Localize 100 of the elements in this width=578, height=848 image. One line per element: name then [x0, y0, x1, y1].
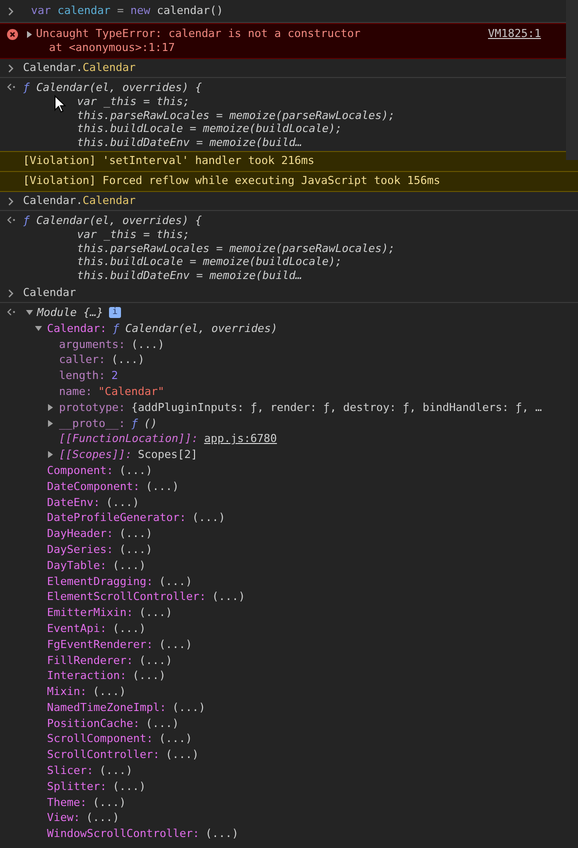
- property-key: arguments:: [59, 336, 126, 352]
- property-key: DateProfileGenerator:: [47, 510, 186, 526]
- property-value: (...): [166, 747, 199, 764]
- code-line: this.buildDateEnv = memoize(build…: [77, 269, 302, 283]
- property-value: (...): [86, 810, 120, 826]
- property-value: Calendar(el, overrides): [125, 320, 278, 337]
- property-key: Calendar:: [47, 320, 107, 337]
- info-badge[interactable]: i: [109, 307, 121, 318]
- property-value: (...): [99, 763, 132, 779]
- property-key: FgEventRenderer:: [47, 636, 153, 652]
- property-key: [[FunctionLocation]]:: [59, 431, 198, 448]
- property-key: EventApi:: [47, 620, 107, 637]
- property-value: (...): [131, 336, 164, 352]
- property-key: DayHeader:: [47, 526, 114, 542]
- property-key: NamedTimeZoneImpl:: [47, 700, 166, 716]
- mouse-pointer-icon: [54, 95, 66, 113]
- expand-triangle-icon[interactable]: [47, 404, 54, 411]
- property-key: length:: [59, 368, 106, 384]
- source-link[interactable]: VM1825:1: [488, 27, 541, 41]
- property-value: (...): [192, 510, 226, 526]
- property-value: (...): [158, 574, 192, 590]
- property-value: (...): [205, 826, 238, 842]
- code-line: this.buildLocale = memoize(buildLocale);: [77, 122, 342, 136]
- function-signature: Calendar(el, overrides) {: [36, 214, 202, 227]
- warning-message: [Violation] 'setInterval' handler took 216ms: [0, 150, 578, 171]
- property-key: FillRenderer:: [47, 652, 134, 668]
- error-text: Uncaught TypeError: calendar is not a constructor: [36, 27, 361, 41]
- expand-triangle-icon[interactable]: [26, 309, 33, 316]
- property-key: WindowScrollController:: [47, 826, 200, 842]
- property-value: "Calendar": [98, 384, 164, 400]
- property-key: Interaction:: [47, 668, 126, 684]
- property-key: Slicer:: [47, 763, 94, 779]
- property-value: (...): [139, 652, 172, 668]
- code-line: this.parseRawLocales = memoize(parseRawLocales);: [77, 108, 395, 122]
- property-key: __proto__:: [59, 416, 126, 432]
- property-value: Scopes[2]: [138, 447, 198, 463]
- property-key: caller:: [59, 352, 106, 368]
- property-value: (...): [146, 716, 179, 732]
- result-arrow-icon: [7, 216, 16, 224]
- scrollbar-thumb[interactable]: [566, 0, 578, 160]
- warning-message: [Violation] Forced reflow while executing JavaScript took 156ms: [0, 170, 578, 191]
- property-value: (...): [212, 589, 246, 606]
- property-value: (...): [119, 462, 152, 479]
- property-value: 2: [111, 368, 118, 384]
- expand-triangle-icon[interactable]: [47, 451, 54, 458]
- function-symbol: ƒ: [23, 214, 30, 227]
- property-key: DaySeries:: [47, 542, 114, 558]
- property-value: (...): [158, 731, 192, 748]
- property-key: name:: [59, 384, 92, 400]
- result-arrow-icon: [7, 83, 16, 91]
- code-line: this.parseRawLocales = memoize(parseRawLocales);: [77, 242, 395, 256]
- property-value: (...): [92, 684, 126, 700]
- code-line: var _this = this;: [77, 94, 190, 109]
- input-command: Calendar.Calendar: [23, 61, 136, 75]
- error-stack-text: at <anonymous>:1:17: [48, 41, 176, 55]
- property-value: (...): [119, 542, 152, 558]
- property-key: [[Scopes]]:: [59, 447, 132, 463]
- property-value: (...): [139, 605, 172, 621]
- property-key: ElementScrollController:: [47, 589, 206, 606]
- property-value: (...): [172, 700, 206, 716]
- prompt-chevron-icon: [8, 288, 14, 298]
- property-key: prototype:: [59, 400, 126, 416]
- code-line: this.buildDateEnv = memoize(build…: [77, 136, 302, 150]
- property-value: (...): [158, 636, 192, 652]
- function-symbol: ƒ: [131, 416, 138, 432]
- property-key: Mixin:: [47, 684, 87, 700]
- function-symbol: ƒ: [23, 81, 30, 94]
- input-command: Calendar.Calendar: [23, 194, 136, 208]
- property-value: (): [144, 416, 158, 432]
- property-key: Theme:: [47, 794, 87, 810]
- code-line: this.buildLocale = memoize(buildLocale);: [77, 255, 342, 270]
- prompt-chevron-icon: [8, 7, 14, 16]
- property-value: (...): [112, 558, 146, 574]
- property-key: ElementDragging:: [47, 574, 153, 590]
- property-value: (...): [92, 794, 126, 810]
- expand-triangle-icon[interactable]: [35, 324, 42, 332]
- property-value: (...): [111, 352, 144, 368]
- property-key: ScrollController:: [47, 747, 160, 764]
- function-signature: Calendar(el, overrides) {: [36, 81, 202, 94]
- property-value: (...): [132, 668, 166, 684]
- property-value: (...): [112, 620, 146, 637]
- function-symbol: ƒ: [112, 320, 120, 337]
- property-value: (...): [106, 494, 140, 510]
- property-key: DateComponent:: [47, 478, 140, 495]
- prompt-chevron-icon: [8, 64, 14, 73]
- property-value: {addPluginInputs: ƒ, render: ƒ, destroy: ƒ, bindHandlers: ƒ, …: [131, 400, 542, 416]
- error-icon: [7, 29, 18, 40]
- code-line: var _this = this;: [77, 228, 190, 242]
- property-key: Splitter:: [47, 778, 107, 795]
- input-command: var calendar = new calendar(): [31, 4, 224, 18]
- property-key: Component:: [47, 462, 114, 479]
- property-key: DayTable:: [47, 558, 107, 574]
- expand-triangle-icon[interactable]: [26, 30, 33, 38]
- property-key: View:: [47, 810, 80, 826]
- expand-triangle-icon[interactable]: [47, 420, 54, 427]
- result-arrow-icon: [7, 308, 16, 316]
- property-value[interactable]: app.js:6780: [204, 431, 277, 448]
- property-value: (...): [146, 478, 179, 495]
- property-value: (...): [119, 526, 152, 542]
- property-key: PositionCache:: [47, 716, 140, 732]
